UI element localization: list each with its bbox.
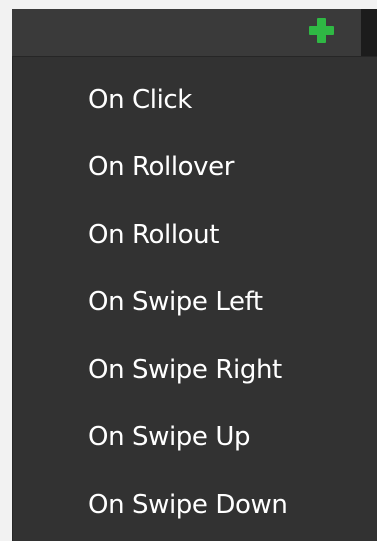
menu-item-on-rollout[interactable]: On Rollout xyxy=(13,201,377,268)
menu-item-on-click[interactable]: On Click xyxy=(13,66,377,133)
menu-item-label: On Click xyxy=(88,84,192,115)
menu-item-label: On Swipe Left xyxy=(88,286,263,317)
menu-item-on-swipe-down[interactable]: On Swipe Down xyxy=(13,471,377,538)
trigger-dropdown-menu: On Click On Rollover On Rollout On Swipe… xyxy=(12,56,377,541)
menu-item-label: On Swipe Right xyxy=(88,354,282,385)
menu-item-on-rollover[interactable]: On Rollover xyxy=(13,133,377,200)
menu-item-label: On Rollover xyxy=(88,151,235,182)
menu-item-label: On Swipe Up xyxy=(88,421,251,452)
panel-header xyxy=(12,9,377,56)
add-trigger-button[interactable] xyxy=(307,15,337,45)
plus-icon-horizontal-bar xyxy=(309,26,334,35)
menu-item-label: On Rollout xyxy=(88,219,220,250)
menu-item-on-swipe-left[interactable]: On Swipe Left xyxy=(13,268,377,335)
menu-item-label: On Swipe Down xyxy=(88,489,288,520)
menu-item-on-swipe-right[interactable]: On Swipe Right xyxy=(13,336,377,403)
menu-item-on-swipe-up[interactable]: On Swipe Up xyxy=(13,403,377,470)
header-edge-strip xyxy=(361,9,377,56)
